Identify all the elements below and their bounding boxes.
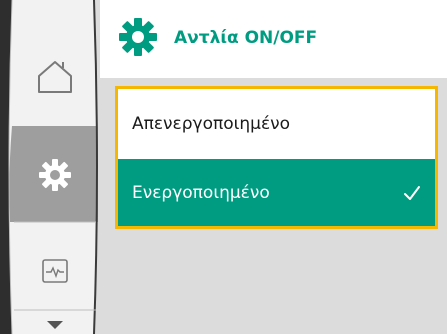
gear-icon (39, 158, 71, 191)
gear-icon (119, 18, 157, 56)
option-enabled[interactable]: Ενεργοποιημένο (118, 159, 435, 226)
monitor-icon (42, 259, 68, 283)
option-label: Ενεργοποιημένο (132, 182, 270, 203)
page-title: Αντλία ON/OFF (174, 28, 318, 48)
chevron-down-icon (47, 321, 63, 329)
option-list: Απενεργοποιημένο Ενεργοποιημένο (115, 86, 438, 229)
option-label: Απενεργοποιημένο (132, 114, 291, 134)
sidebar-item-home[interactable] (14, 35, 96, 118)
check-icon (404, 185, 420, 200)
sidebar (0, 0, 98, 334)
home-icon (38, 60, 72, 93)
sidebar-item-monitor[interactable] (14, 232, 96, 310)
option-disabled[interactable]: Απενεργοποιημένο (118, 89, 435, 159)
sidebar-scroll-down[interactable] (14, 316, 96, 334)
sidebar-item-settings[interactable] (14, 127, 96, 222)
